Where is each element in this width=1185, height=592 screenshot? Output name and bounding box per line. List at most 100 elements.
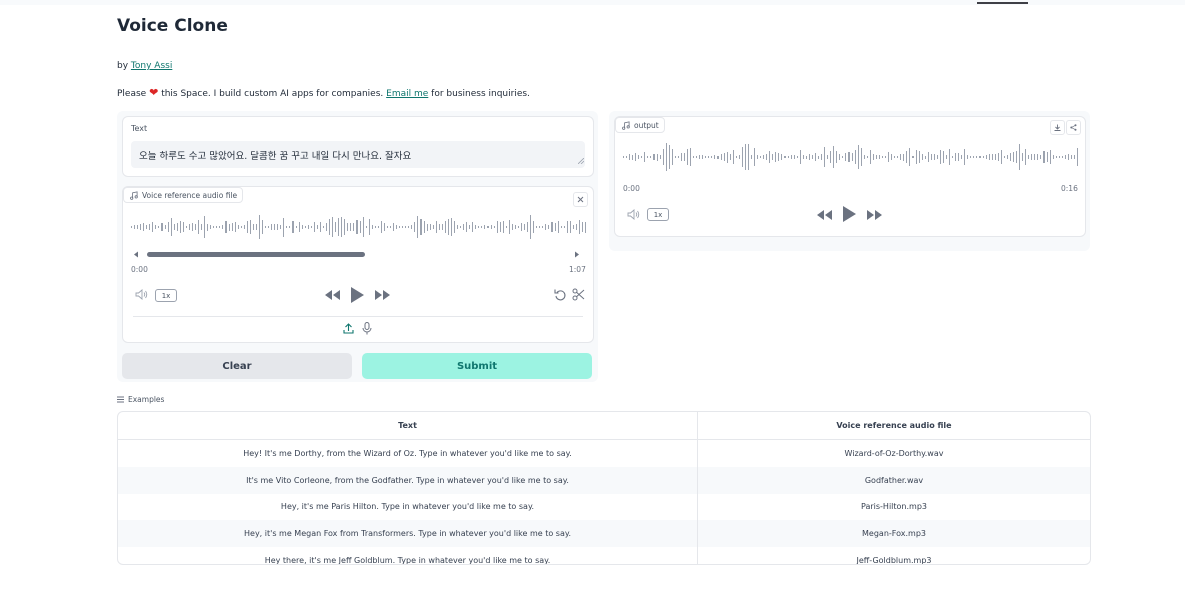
fast-forward-icon[interactable]	[867, 210, 882, 220]
resize-handle-icon[interactable]	[578, 158, 584, 164]
example-audio-cell[interactable]: Jeff-Goldblum.mp3	[697, 547, 1090, 564]
waveform-bar	[274, 223, 276, 231]
table-row[interactable]: It's me Vito Corleone, from the Godfathe…	[118, 466, 1090, 494]
email-link[interactable]: Email me	[386, 89, 428, 99]
waveform-bar	[729, 153, 731, 161]
example-text-cell[interactable]: Hey, it's me Paris Hilton. Type in whate…	[118, 494, 698, 521]
output-label-text: output	[634, 120, 659, 130]
waveform-bar	[377, 225, 379, 229]
waveform-bar	[641, 155, 643, 159]
examples-label: Examples	[128, 395, 165, 404]
rewind-icon[interactable]	[817, 210, 832, 220]
waveform-bar	[362, 216, 364, 238]
waveform-bar	[191, 223, 193, 231]
text-input[interactable]: 오늘 하루도 수고 많았어요. 달콤한 꿈 꾸고 내일 다시 만나요. 잘자요	[131, 141, 585, 168]
clear-audio-button[interactable]	[573, 192, 588, 207]
rewind-icon[interactable]	[325, 290, 340, 300]
playback-speed-button[interactable]: 1x	[155, 289, 177, 302]
waveform-bar	[647, 155, 649, 159]
play-icon[interactable]	[350, 287, 364, 303]
waveform-bar	[650, 155, 652, 159]
waveform-bar	[280, 225, 282, 229]
waveform-bar	[793, 155, 795, 159]
play-icon[interactable]	[842, 206, 856, 222]
volume-icon[interactable]	[627, 209, 640, 220]
waveform-bar	[517, 225, 519, 229]
waveform-bar	[958, 152, 960, 162]
fast-forward-icon[interactable]	[375, 290, 390, 300]
table-row[interactable]: Hey, it's me Paris Hilton. Type in whate…	[118, 493, 1090, 521]
waveform-bar	[927, 152, 929, 162]
output-waveform[interactable]	[623, 141, 1079, 173]
waveform-bar	[201, 224, 203, 230]
example-text-cell[interactable]: Hey there, it's me Jeff Goldblum. Type i…	[118, 547, 698, 564]
scissors-icon[interactable]	[572, 288, 585, 301]
waveform-bar	[805, 155, 807, 159]
waveform-scrollbar[interactable]	[133, 250, 583, 259]
waveform-bar	[414, 222, 416, 232]
download-icon	[1054, 124, 1061, 131]
waveform-bar	[714, 154, 716, 160]
example-text-cell[interactable]: It's me Vito Corleone, from the Godfathe…	[118, 466, 698, 494]
waveform-bar	[329, 219, 331, 235]
waveform-bar	[665, 143, 667, 171]
waveform-bar	[1061, 155, 1063, 159]
undo-icon[interactable]	[554, 288, 567, 301]
waveform-bar	[332, 217, 334, 237]
scroll-left-icon[interactable]	[133, 251, 139, 258]
example-text-cell[interactable]: Hey, it's me Megan Fox from Transformers…	[118, 520, 698, 548]
table-header-row: Text Voice reference audio file	[118, 412, 1090, 440]
waveform-bar	[237, 224, 239, 230]
table-row[interactable]: Hey, it's me Megan Fox from Transformers…	[118, 520, 1090, 548]
heart-icon: ❤	[149, 86, 159, 99]
example-audio-cell[interactable]: Wizard-of-Oz-Dorthy.wav	[697, 439, 1090, 467]
microphone-icon[interactable]	[362, 322, 372, 335]
waveform-bar	[548, 225, 550, 229]
waveform-bar	[322, 225, 324, 229]
waveform-bar	[885, 155, 887, 159]
table-row[interactable]: Hey there, it's me Jeff Goldblum. Type i…	[118, 547, 1090, 564]
table-row[interactable]: Hey! It's me Dorthy, from the Wizard of …	[118, 439, 1090, 467]
submit-button[interactable]: Submit	[362, 353, 592, 379]
example-text-cell[interactable]: Hey! It's me Dorthy, from the Wizard of …	[118, 440, 698, 467]
waveform-bar	[1003, 155, 1005, 159]
volume-icon[interactable]	[135, 289, 148, 300]
waveform-bar	[283, 217, 285, 237]
example-audio-cell[interactable]: Paris-Hilton.mp3	[697, 493, 1090, 521]
waveform-bar	[137, 225, 139, 229]
waveform-bar	[539, 225, 541, 229]
output-speed-button[interactable]: 1x	[647, 208, 669, 221]
waveform-bar	[271, 223, 273, 231]
waveform-bar	[182, 222, 184, 232]
waveform-bar	[551, 222, 553, 232]
waveform-bar	[335, 221, 337, 233]
author-link[interactable]: Tony Assi	[131, 61, 172, 71]
waveform-bar	[668, 145, 670, 169]
waveform-bar	[936, 155, 938, 159]
waveform-bar	[699, 154, 701, 160]
example-audio-cell[interactable]: Godfather.wav	[697, 466, 1090, 494]
waveform-bar	[909, 148, 911, 166]
waveform-bar	[444, 220, 446, 234]
clear-button[interactable]: Clear	[122, 353, 352, 379]
waveform-bar	[514, 224, 516, 230]
examples-header: Examples	[117, 395, 164, 404]
waveform-bar	[231, 223, 233, 231]
share-button[interactable]	[1066, 120, 1081, 135]
waveform-bar	[149, 224, 151, 230]
reference-waveform[interactable]	[131, 211, 587, 243]
waveform-bar	[155, 225, 157, 229]
waveform-bar	[578, 219, 580, 235]
waveform-bar	[402, 225, 404, 229]
waveform-bar	[772, 154, 774, 160]
scroll-right-icon[interactable]	[574, 251, 580, 258]
example-audio-cell[interactable]: Megan-Fox.mp3	[697, 520, 1090, 548]
waveform-bar	[527, 222, 529, 232]
music-note-icon	[130, 190, 138, 200]
download-button[interactable]	[1050, 120, 1065, 135]
space-text: this Space. I build custom AI apps for c…	[161, 89, 384, 99]
waveform-bar	[557, 221, 559, 233]
upload-icon[interactable]	[343, 323, 354, 334]
waveform-bar	[1025, 149, 1027, 165]
scrollbar-thumb[interactable]	[147, 252, 365, 257]
